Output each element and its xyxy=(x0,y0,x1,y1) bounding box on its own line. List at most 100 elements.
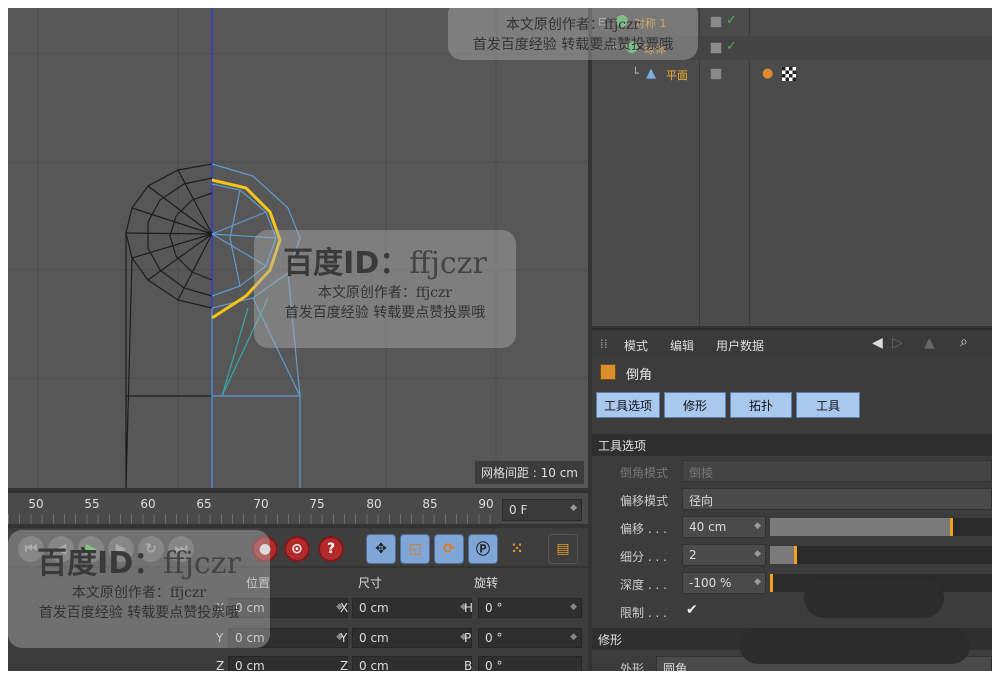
field-value: 0 ° xyxy=(485,631,503,645)
axis-label: Z xyxy=(340,659,349,671)
offset-mode-label: 偏移模式 xyxy=(620,494,669,508)
field-value: 0 cm xyxy=(359,659,389,671)
attribute-title: 倒角 xyxy=(626,368,653,383)
slider-fill xyxy=(770,518,952,536)
bevel-tool-icon xyxy=(600,364,616,380)
move-icon[interactable]: ✥ xyxy=(366,534,396,564)
back-arrow-icon[interactable]: ◀ xyxy=(872,335,883,351)
forward-arrow-icon[interactable]: ▷ xyxy=(892,335,903,351)
section-tool-options[interactable]: 工具选项 xyxy=(592,434,992,456)
watermark-author: 本文原创作者：ffjczr xyxy=(505,17,641,33)
object-row-plane[interactable]: └ ▲ 平面 ● xyxy=(592,62,992,86)
axis-label: H xyxy=(464,601,474,615)
enabled-check-icon[interactable]: ✓ xyxy=(726,13,737,28)
layer-icon[interactable] xyxy=(710,68,722,80)
timeline-tick: 65 xyxy=(196,497,212,511)
layer-icon[interactable] xyxy=(710,16,722,28)
phong-tag-icon[interactable]: ● xyxy=(762,66,773,81)
watermark-slogan: 首发百度经验 转载要点赞投票哦 xyxy=(38,605,240,621)
subdivision-label: 细分 . . . xyxy=(620,550,667,564)
watermark-bottom: 百度ID：ffjczr 本文原创作者：ffjczr 首发百度经验 转载要点赞投票… xyxy=(8,530,270,648)
tab-tool[interactable]: 工具 xyxy=(796,392,860,418)
field-value: 0 ° xyxy=(485,601,503,615)
enabled-check-icon[interactable]: ✓ xyxy=(726,39,737,54)
bevel-mode-label: 倒角模式 xyxy=(620,466,669,480)
parameter-icon[interactable]: Ⓟ xyxy=(468,534,498,564)
offset-field[interactable]: 40 cm ◆ xyxy=(682,516,766,538)
axis-label: Y xyxy=(340,631,348,645)
spinner-icon[interactable]: ◆ xyxy=(754,577,761,587)
timeline-tick: 85 xyxy=(422,497,438,511)
menu-mode[interactable]: 模式 xyxy=(624,337,648,354)
current-frame-field[interactable]: 0 F ◆ xyxy=(502,499,582,521)
watermark-slogan: 首发百度经验 转载要点赞投票哦 xyxy=(472,37,674,53)
timeline-tick: 60 xyxy=(140,497,156,511)
field-value: 0 cm xyxy=(235,659,265,671)
redaction-blob xyxy=(804,578,944,618)
tree-line-icon: └ xyxy=(632,67,639,80)
menu-userdata[interactable]: 用户数据 xyxy=(716,337,764,354)
field-value: 2 xyxy=(689,548,697,562)
spinner-icon[interactable]: ◆ xyxy=(570,602,577,612)
slider-knob[interactable] xyxy=(950,518,953,536)
search-icon[interactable]: ⌕ xyxy=(960,334,968,350)
field-value: 0 ° xyxy=(485,659,503,671)
timeline[interactable]: 50 55 60 65 70 75 80 85 90 0 F ◆ xyxy=(8,492,588,524)
layer-icon[interactable] xyxy=(710,42,722,54)
limit-checkbox[interactable]: ✔ xyxy=(686,602,698,618)
offset-mode-dropdown[interactable]: 径向 xyxy=(682,488,992,510)
grid-spacing-label: 网格间距 : 10 cm xyxy=(474,461,584,484)
spinner-icon[interactable]: ◆ xyxy=(570,503,577,513)
auto-key-icon[interactable]: ⊙ xyxy=(284,536,310,562)
watermark-author: 本文原创作者：ffjczr xyxy=(71,585,207,601)
key-help-icon[interactable]: ? xyxy=(318,536,344,562)
timeline-tick: 50 xyxy=(28,497,44,511)
size-y-field[interactable]: 0 cm ◆ xyxy=(352,628,472,648)
subdivision-field[interactable]: 2 ◆ xyxy=(682,544,766,566)
points-icon[interactable]: ⁙ xyxy=(502,534,532,564)
menu-edit[interactable]: 编辑 xyxy=(670,337,694,354)
axis-label: X xyxy=(340,601,349,615)
slider-fill xyxy=(770,546,796,564)
scale-icon[interactable]: ◱ xyxy=(400,534,430,564)
timeline-tick: 55 xyxy=(84,497,100,511)
up-arrow-icon[interactable]: ▲ xyxy=(924,335,935,351)
object-name: 平面 xyxy=(666,69,688,82)
rotation-h-field[interactable]: 0 ° ◆ xyxy=(478,598,582,618)
slider-knob[interactable] xyxy=(794,546,797,564)
timeline-tick: 90 xyxy=(478,497,494,511)
offset-slider[interactable] xyxy=(770,518,992,536)
tab-shaping[interactable]: 修形 xyxy=(664,392,726,418)
field-value: 0 cm xyxy=(359,601,389,615)
timeline-ruler[interactable] xyxy=(8,514,498,524)
grip-icon[interactable]: ⁞⁞ xyxy=(600,337,608,351)
depth-field[interactable]: -100 % ◆ xyxy=(682,572,766,594)
film-icon[interactable]: ▤ xyxy=(548,534,578,564)
cinema4d-window: 网格间距 : 10 cm 50 55 60 65 70 75 80 85 90 … xyxy=(8,8,992,671)
rotation-b-field[interactable]: 0 ° xyxy=(478,656,582,671)
watermark-id: ffjczr xyxy=(409,246,487,281)
coord-row-z: Z 0 cm Z 0 cm B 0 ° xyxy=(8,656,588,671)
position-z-field[interactable]: 0 cm xyxy=(228,656,348,671)
bevel-mode-dropdown[interactable]: 倒棱 xyxy=(682,460,992,482)
tab-topology[interactable]: 拓扑 xyxy=(730,392,792,418)
axis-label: B xyxy=(464,659,473,671)
rotate-icon[interactable]: ⟳ xyxy=(434,534,464,564)
spinner-icon[interactable]: ◆ xyxy=(754,549,761,559)
offset-label: 偏移 . . . xyxy=(620,522,667,536)
size-z-field[interactable]: 0 cm xyxy=(352,656,472,671)
slider-knob[interactable] xyxy=(770,574,773,592)
rotation-p-field[interactable]: 0 ° ◆ xyxy=(478,628,582,648)
field-value: -100 % xyxy=(689,576,732,590)
timeline-tick: 75 xyxy=(309,497,325,511)
size-x-field[interactable]: 0 cm ◆ xyxy=(352,598,472,618)
subdivision-slider[interactable] xyxy=(770,546,992,564)
tab-tool-options[interactable]: 工具选项 xyxy=(596,392,660,418)
field-value: 40 cm xyxy=(689,520,727,534)
rotation-header: 旋转 xyxy=(474,576,499,590)
timeline-tick: 70 xyxy=(253,497,269,511)
spinner-icon[interactable]: ◆ xyxy=(754,521,761,531)
spinner-icon[interactable]: ◆ xyxy=(570,632,577,642)
axis-label: Z xyxy=(216,659,225,671)
texture-tag-icon[interactable] xyxy=(782,67,796,81)
